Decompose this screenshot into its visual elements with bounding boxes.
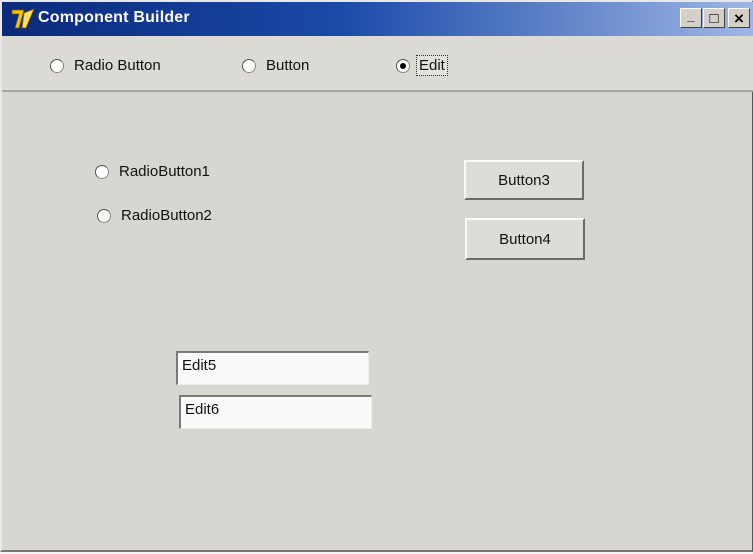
radio-label: RadioButton1 bbox=[119, 163, 210, 180]
app-logo-icon bbox=[11, 8, 35, 29]
edit6-field[interactable]: Edit6 bbox=[179, 395, 372, 429]
minimize-button[interactable]: _ bbox=[680, 8, 702, 28]
button4[interactable]: Button4 bbox=[465, 218, 585, 260]
close-button[interactable]: × bbox=[728, 8, 750, 28]
maximize-icon: □ bbox=[709, 9, 719, 27]
radio-label: Button bbox=[266, 57, 310, 74]
edit5-field[interactable]: Edit5 bbox=[176, 351, 369, 385]
radio-circle-icon bbox=[95, 164, 109, 179]
toolbar-radio-edit[interactable]: Edit bbox=[396, 55, 448, 76]
radio-circle-icon bbox=[50, 58, 64, 73]
radio-label: RadioButton2 bbox=[121, 207, 212, 224]
radiobutton2[interactable]: RadioButton2 bbox=[97, 207, 212, 224]
radiobutton1[interactable]: RadioButton1 bbox=[95, 163, 210, 180]
component-builder-window: Component Builder _ □ × Radio Button But… bbox=[0, 0, 753, 552]
window-title: Component Builder bbox=[38, 9, 190, 26]
toolbar-radio-button[interactable]: Button bbox=[242, 57, 309, 74]
radio-label: Radio Button bbox=[74, 57, 161, 74]
radio-label: Edit bbox=[416, 55, 448, 76]
close-icon: × bbox=[734, 8, 744, 28]
maximize-button[interactable]: □ bbox=[703, 8, 725, 28]
toolbar-radio-radio-button[interactable]: Radio Button bbox=[50, 57, 161, 74]
radio-circle-icon bbox=[242, 58, 256, 73]
component-type-toolbar: Radio Button Button Edit bbox=[2, 36, 753, 92]
radio-checked-icon bbox=[396, 58, 410, 73]
radio-circle-icon bbox=[97, 208, 111, 223]
title-bar[interactable]: Component Builder _ □ × bbox=[2, 2, 753, 36]
minimize-icon: _ bbox=[687, 7, 695, 23]
button3[interactable]: Button3 bbox=[464, 160, 584, 200]
